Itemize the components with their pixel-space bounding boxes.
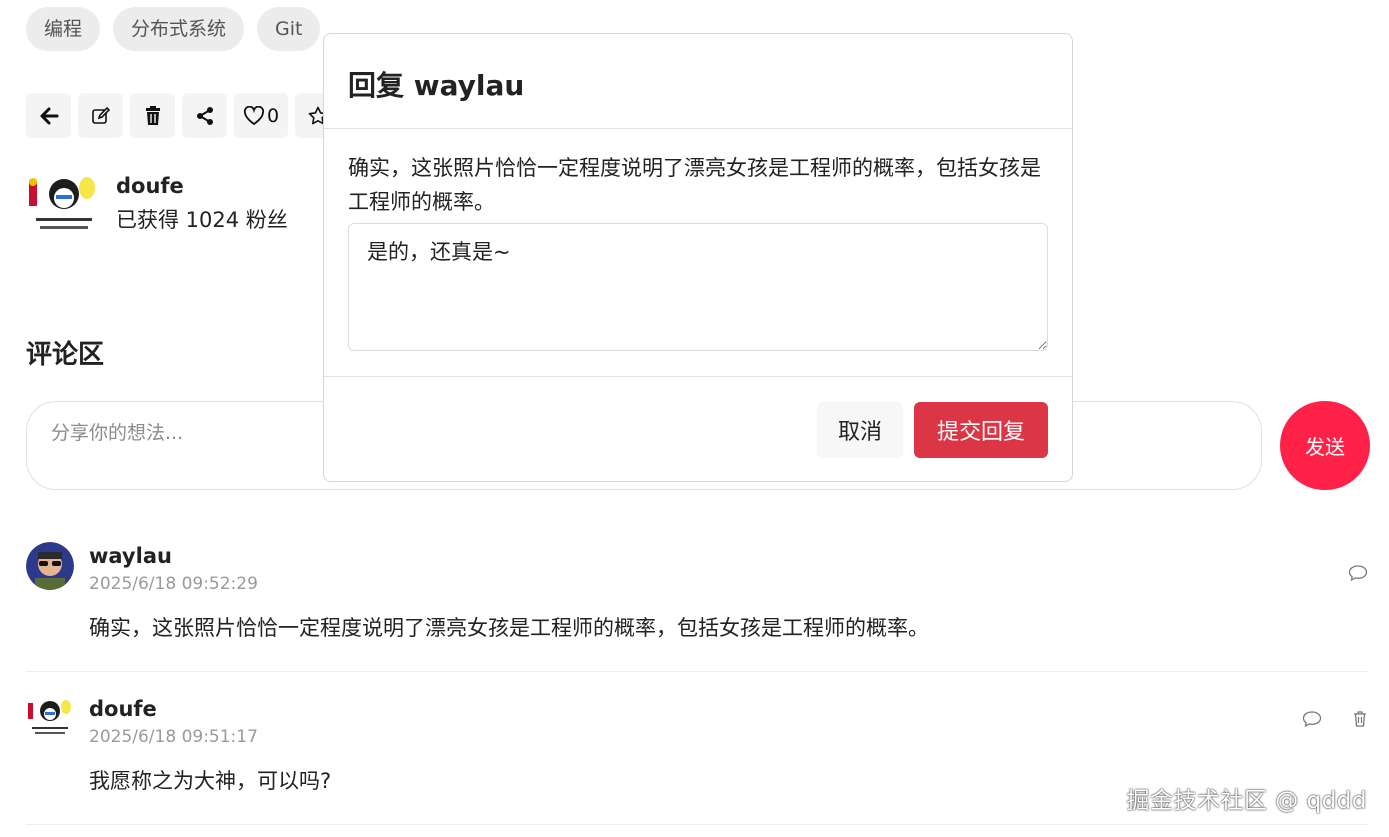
- tag-list: 编程 分布式系统 Git: [26, 7, 321, 51]
- share-icon: [196, 106, 213, 125]
- modal-title: 回复 waylau: [348, 69, 525, 102]
- tag-item[interactable]: 编程: [26, 7, 101, 51]
- comment-actions: [1348, 564, 1368, 582]
- like-count: 0: [267, 104, 280, 127]
- reply-modal: 回复 waylau 确实，这张照片恰恰一定程度说明了漂亮女孩是工程师的概率，包括…: [323, 33, 1073, 482]
- submit-reply-button[interactable]: 提交回复: [914, 402, 1048, 458]
- quoted-comment: 确实，这张照片恰恰一定程度说明了漂亮女孩是工程师的概率，包括女孩是工程师的概率。: [348, 156, 1041, 214]
- comment-text: 确实，这张照片恰恰一定程度说明了漂亮女孩是工程师的概率，包括女孩是工程师的概率。: [89, 616, 929, 640]
- watermark: 掘金技术社区 @ qddd: [1126, 788, 1367, 814]
- tag-item[interactable]: Git: [257, 7, 321, 51]
- comment-icon[interactable]: [1348, 564, 1368, 582]
- back-button[interactable]: [26, 93, 71, 138]
- heart-icon: [243, 105, 265, 125]
- avatar[interactable]: [26, 542, 74, 590]
- author-info: doufe 已获得 1024 粉丝: [26, 170, 288, 240]
- cancel-button[interactable]: 取消: [817, 402, 903, 458]
- like-button[interactable]: 0: [234, 93, 289, 138]
- comment-text: 我愿称之为大神，可以吗?: [89, 769, 332, 793]
- comment-divider: [26, 824, 1368, 825]
- author-avatar[interactable]: [26, 170, 102, 240]
- comment-section-title: 评论区: [26, 340, 105, 370]
- trash-icon: [145, 105, 160, 125]
- edit-icon: [91, 106, 110, 124]
- author-name[interactable]: doufe: [116, 174, 288, 198]
- modal-body: 确实，这张照片恰恰一定程度说明了漂亮女孩是工程师的概率，包括女孩是工程师的概率。…: [324, 129, 1072, 351]
- send-button[interactable]: 发送: [1280, 401, 1370, 490]
- comment-author[interactable]: waylau: [89, 544, 172, 568]
- tag-item[interactable]: 分布式系统: [113, 7, 245, 51]
- article-toolbar: 0: [26, 93, 341, 138]
- comment-actions: [1302, 710, 1368, 728]
- comment-item: waylau 2025/6/18 09:52:29 确实，这张照片恰恰一定程度说…: [26, 542, 1368, 652]
- comment-time: 2025/6/18 09:52:29: [89, 574, 258, 594]
- reply-textarea[interactable]: 是的，还真是~: [348, 223, 1048, 351]
- comment-divider: [26, 671, 1368, 672]
- comment-icon[interactable]: [1302, 710, 1322, 728]
- avatar[interactable]: [26, 695, 74, 743]
- author-fans: 已获得 1024 粉丝: [116, 208, 288, 232]
- comment-author[interactable]: doufe: [89, 697, 157, 721]
- delete-button[interactable]: [130, 93, 175, 138]
- arrow-left-icon: [40, 107, 58, 124]
- edit-button[interactable]: [78, 93, 123, 138]
- modal-footer: 取消 提交回复: [324, 376, 1072, 482]
- share-button[interactable]: [182, 93, 227, 138]
- trash-icon[interactable]: [1352, 710, 1368, 728]
- modal-header: 回复 waylau: [324, 34, 1072, 129]
- comment-time: 2025/6/18 09:51:17: [89, 727, 258, 747]
